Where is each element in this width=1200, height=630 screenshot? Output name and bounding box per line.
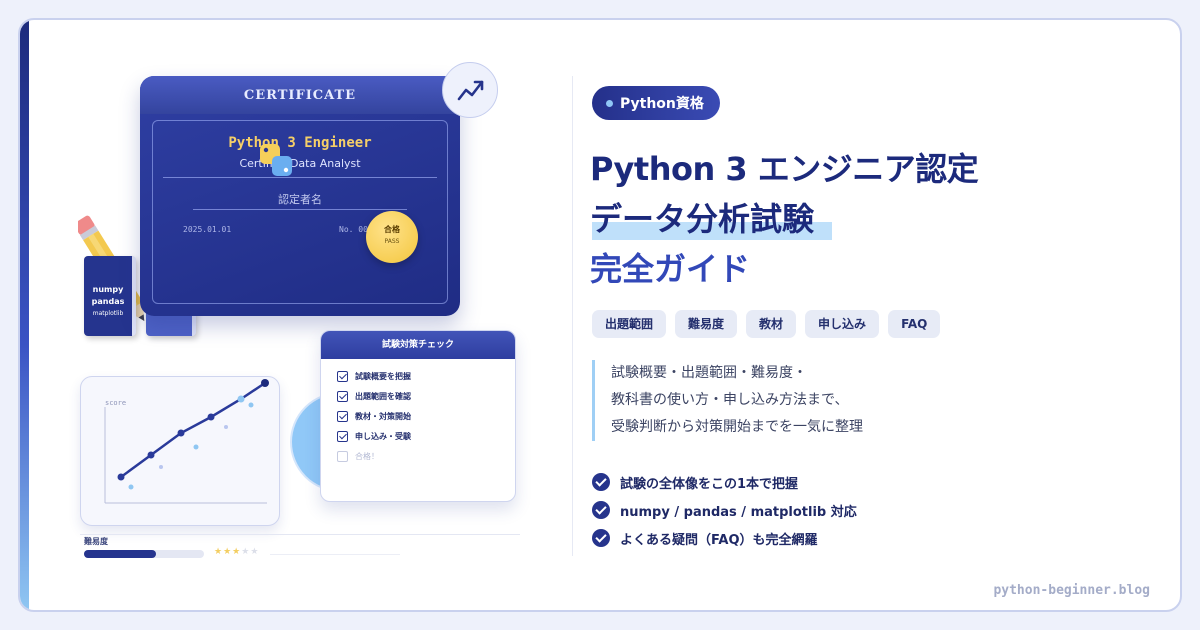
checkbox-checked-icon[interactable] (337, 430, 348, 442)
book-numpy-pandas: numpy pandas matplotlib (84, 256, 136, 336)
tag-difficulty: 難易度 (675, 310, 738, 338)
checkbox-checked-icon[interactable] (337, 410, 348, 422)
topic-tags: 出題範囲 難易度 教材 申し込み FAQ (592, 310, 941, 338)
trend-up-icon (442, 62, 498, 118)
checklist-item[interactable]: 出題範囲を確認 (337, 389, 411, 403)
checkbox-checked-icon[interactable] (337, 370, 348, 382)
star-filled-icon: ★ (232, 547, 242, 557)
checklist-title: 試験対策チェック (321, 331, 515, 359)
checkbox-empty-icon[interactable] (337, 450, 348, 462)
certificate-frame: Python 3 Engineer Certified Data Analyst… (152, 120, 448, 304)
difficulty-bar (84, 550, 204, 558)
certificate-rule (163, 177, 437, 178)
check-circle-icon (592, 473, 610, 491)
description-line: 教科書の使い方・申し込み方法まで、 (611, 392, 849, 408)
exam-checklist: 試験対策チェック 試験概要を把握 出題範囲を確認 教材・対策開始 申し込み・受験… (320, 330, 516, 502)
feature-label: よくある疑問（FAQ）も完全網羅 (620, 532, 818, 548)
tag-scope: 出題範囲 (592, 310, 667, 338)
difficulty-stars: ★★★★★ (214, 547, 259, 557)
certificate-date: 2025.01.01 (183, 225, 232, 234)
seal-subtext: PASS (384, 238, 400, 245)
certificate-holder-label: 認定者名 (278, 193, 322, 206)
book-title-line: pandas (91, 297, 125, 306)
tag-faq: FAQ (888, 310, 941, 338)
book-subtitle: matplotlib (92, 310, 124, 317)
star-empty-icon: ★ (241, 547, 251, 557)
score-chart (104, 379, 269, 504)
certificate-card: CERTIFICATE Python 3 Engineer Certified … (140, 76, 460, 316)
feature-item: よくある疑問（FAQ）も完全網羅 (592, 524, 857, 552)
seal-text: 合格 (384, 225, 400, 234)
checklist-item[interactable]: 申し込み・受験 (337, 429, 411, 443)
headline-line-1: Python 3 エンジニア認定 (590, 150, 979, 188)
checklist-item-label: 合格！ (355, 451, 379, 461)
badge-dot-icon (606, 99, 613, 107)
difficulty-rule (80, 534, 520, 535)
checklist-item[interactable]: 合格！ (337, 449, 379, 463)
headline-line-2: データ分析試験 (590, 200, 815, 238)
checklist-item-label: 出題範囲を確認 (355, 391, 411, 401)
feature-item: 試験の全体像をこの1本で把握 (592, 468, 857, 496)
check-circle-icon (592, 501, 610, 519)
difficulty-bar-fill (84, 550, 156, 558)
pass-seal: 合格 PASS (366, 211, 418, 263)
star-filled-icon: ★ (223, 547, 233, 557)
checklist-item[interactable]: 試験概要を把握 (337, 369, 411, 383)
badge-label: Python資格 (620, 96, 704, 112)
site-url: python-beginner.blog (993, 583, 1150, 598)
python-logo-icon (256, 140, 296, 180)
checklist-item-label: 教材・対策開始 (355, 411, 411, 421)
certificate-rule (193, 209, 407, 210)
certificate-number: No. 00 (339, 225, 368, 234)
book-title-line: numpy (92, 285, 124, 294)
feature-label: 試験の全体像をこの1本で把握 (620, 476, 799, 492)
star-filled-icon: ★ (214, 547, 224, 557)
certificate-header: CERTIFICATE (140, 76, 460, 114)
star-empty-icon: ★ (250, 547, 260, 557)
checklist-item-label: 申し込み・受験 (355, 431, 411, 441)
hero-card: numpy pandas matplotlib scipy sklearn CE… (18, 18, 1182, 612)
certificate-title: Python 3 Engineer (228, 135, 372, 151)
checklist-item-label: 試験概要を把握 (355, 371, 411, 381)
checklist-item[interactable]: 教材・対策開始 (337, 409, 411, 423)
description: 試験概要・出題範囲・難易度・ 教科書の使い方・申し込み方法まで、 受験判断から対… (592, 360, 863, 441)
headline-line-3: 完全ガイド (590, 250, 751, 288)
divider (572, 76, 573, 556)
accent-bar (20, 20, 29, 610)
difficulty-label: 難易度 (84, 537, 108, 546)
feature-list: 試験の全体像をこの1本で把握 numpy / pandas / matplotl… (592, 468, 857, 552)
score-chart-card: score (80, 376, 280, 526)
feature-label: numpy / pandas / matplotlib 対応 (620, 504, 857, 520)
checkbox-checked-icon[interactable] (337, 390, 348, 402)
tag-materials: 教材 (746, 310, 797, 338)
category-badge: Python資格 (592, 86, 720, 120)
feature-item: numpy / pandas / matplotlib 対応 (592, 496, 857, 524)
description-line: 受験判断から対策開始までを一気に整理 (611, 419, 863, 435)
description-line: 試験概要・出題範囲・難易度・ (611, 365, 807, 381)
certificate-subtitle: Certified Data Analyst (239, 157, 361, 170)
difficulty-rule (270, 554, 400, 555)
check-circle-icon (592, 529, 610, 547)
tag-application: 申し込み (805, 310, 880, 338)
